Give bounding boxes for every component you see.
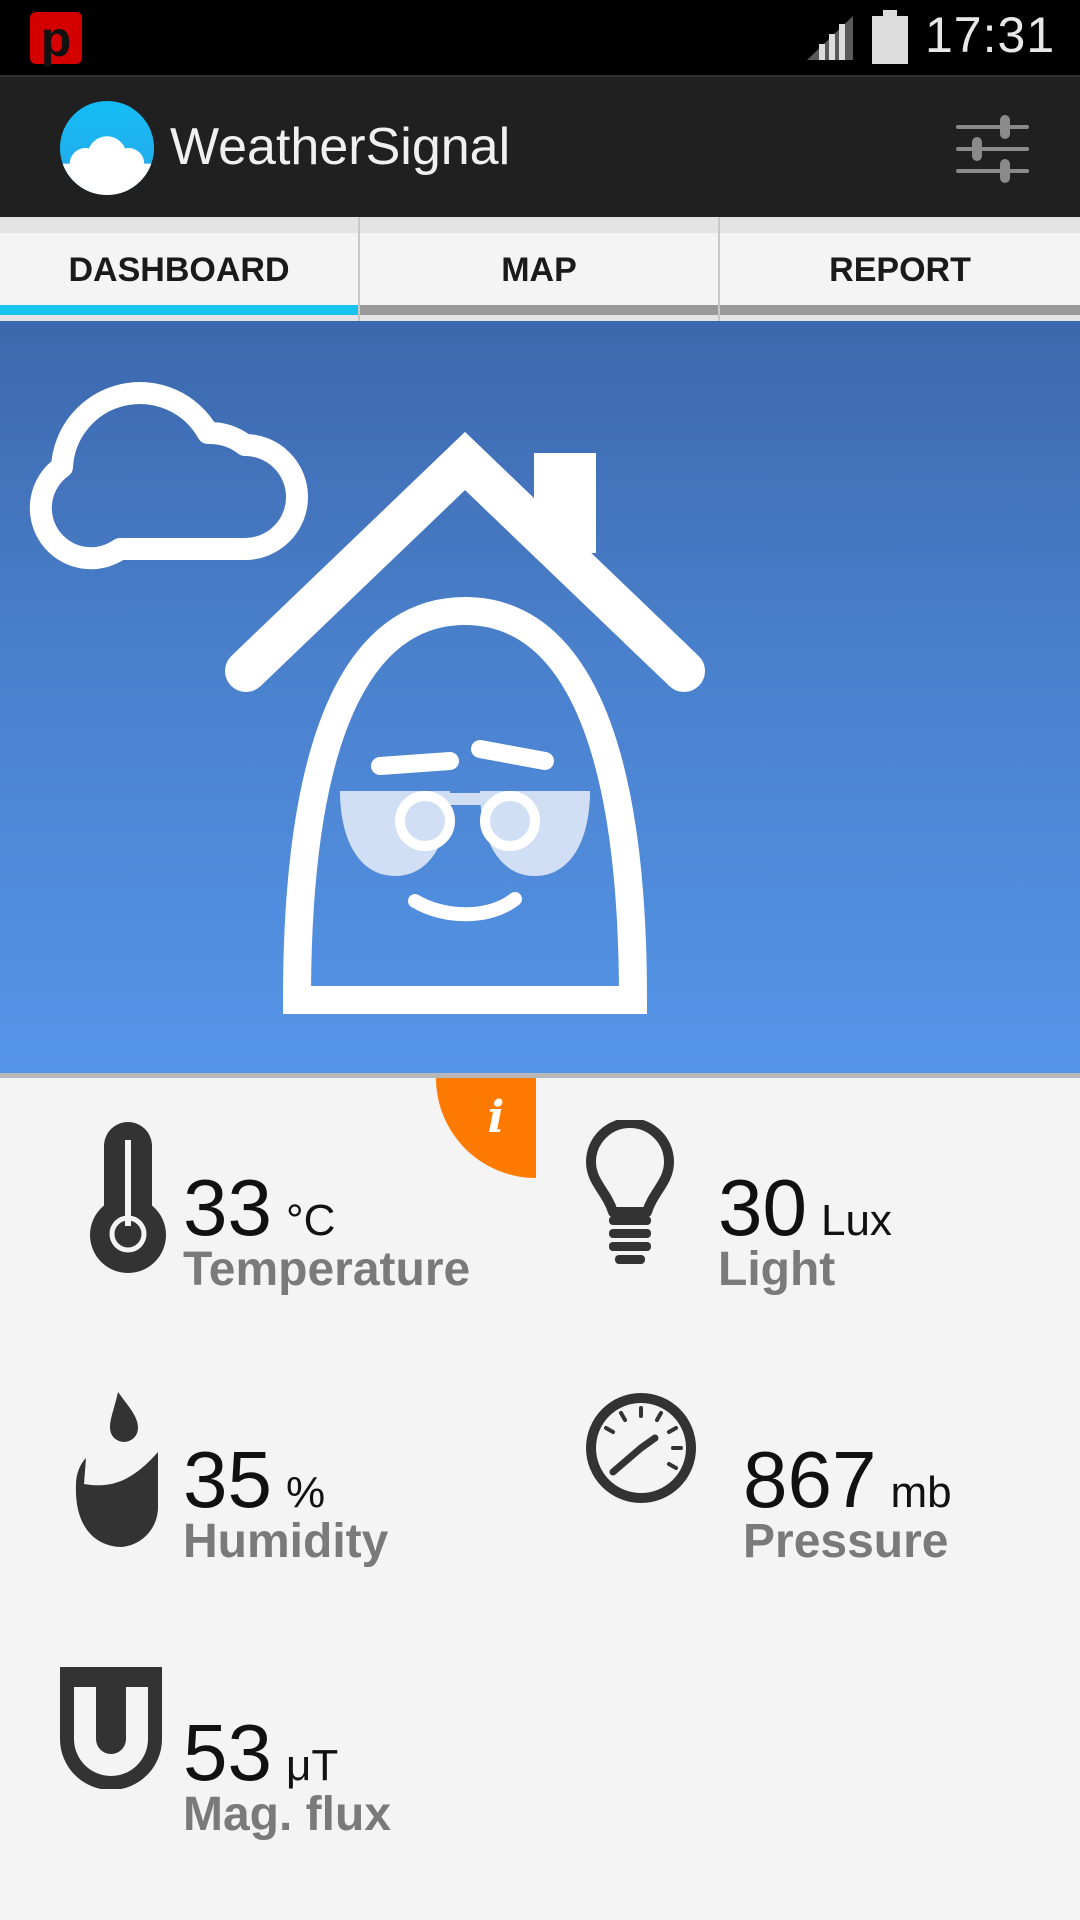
sensor-pressure[interactable]: 867 mb Pressure xyxy=(540,1372,1080,1592)
light-value: 30 xyxy=(718,1163,807,1252)
weathersignal-logo-icon xyxy=(59,100,155,196)
lightbulb-icon xyxy=(586,1120,674,1264)
tab-map-label: MAP xyxy=(501,251,577,289)
cloud-icon xyxy=(29,382,308,570)
mag-flux-reading: 53 μT xyxy=(183,1707,338,1799)
light-unit: Lux xyxy=(820,1196,892,1245)
mascot-smile xyxy=(408,892,522,922)
tab-map[interactable]: MAP xyxy=(360,233,718,315)
mascot-brow-right xyxy=(471,740,554,770)
mag-flux-value: 53 xyxy=(183,1708,272,1797)
hero-divider xyxy=(0,1073,1080,1078)
tab-report-label: REPORT xyxy=(829,251,971,289)
notification-app-letter: p xyxy=(40,11,72,67)
sensor-temperature[interactable]: 33 °C Temperature xyxy=(0,1100,540,1320)
tab-report-indicator xyxy=(720,305,1080,315)
sensor-mag-flux[interactable]: 53 μT Mag. flux xyxy=(0,1645,540,1865)
humidity-drop-icon xyxy=(75,1392,158,1547)
tab-report[interactable]: REPORT xyxy=(720,233,1080,315)
mag-flux-label: Mag. flux xyxy=(183,1788,392,1841)
humidity-value: 35 xyxy=(183,1435,272,1524)
temperature-value: 33 xyxy=(183,1163,272,1252)
notification-app-icon: p xyxy=(30,11,82,67)
temperature-unit: °C xyxy=(285,1196,336,1245)
weather-illustration-panel xyxy=(0,321,1080,1073)
temperature-label: Temperature xyxy=(183,1243,471,1296)
sensor-humidity[interactable]: 35% Humidity xyxy=(0,1372,540,1592)
humidity-label: Humidity xyxy=(183,1515,389,1568)
magnet-icon xyxy=(60,1667,162,1789)
light-label: Light xyxy=(718,1243,836,1296)
house-roof xyxy=(225,431,705,692)
tab-bar: DASHBOARD MAP REPORT xyxy=(0,217,1080,321)
temperature-reading: 33 °C xyxy=(183,1162,335,1254)
mag-flux-unit: μT xyxy=(285,1741,339,1790)
app-title: WeatherSignal xyxy=(170,118,511,176)
humidity-unit: % xyxy=(285,1468,326,1517)
status-bar: p 17:31 xyxy=(0,0,1080,75)
pressure-unit: mb xyxy=(890,1468,952,1517)
pressure-label: Pressure xyxy=(743,1515,949,1568)
pressure-reading: 867 mb xyxy=(743,1434,952,1526)
tab-dashboard-label: DASHBOARD xyxy=(68,251,290,289)
humidity-reading: 35% xyxy=(183,1434,325,1526)
settings-sliders-icon[interactable] xyxy=(950,107,1035,192)
tab-dashboard[interactable]: DASHBOARD xyxy=(0,233,358,315)
app-bar: WeatherSignal xyxy=(0,75,1080,219)
battery-icon xyxy=(872,10,908,64)
thermometer-icon xyxy=(90,1122,166,1273)
pressure-gauge-icon xyxy=(586,1393,696,1503)
mascot-brow-left xyxy=(371,752,459,775)
status-clock: 17:31 xyxy=(925,7,1056,63)
house-mascot-illustration xyxy=(29,382,705,1014)
mascot-sunglasses xyxy=(340,791,590,876)
tab-dashboard-indicator xyxy=(0,305,358,315)
signal-icon xyxy=(807,16,853,60)
sensor-light[interactable]: 30 Lux Light xyxy=(540,1100,1080,1320)
pressure-value: 867 xyxy=(743,1435,877,1524)
light-reading: 30 Lux xyxy=(718,1162,892,1254)
tab-map-indicator xyxy=(360,305,718,315)
